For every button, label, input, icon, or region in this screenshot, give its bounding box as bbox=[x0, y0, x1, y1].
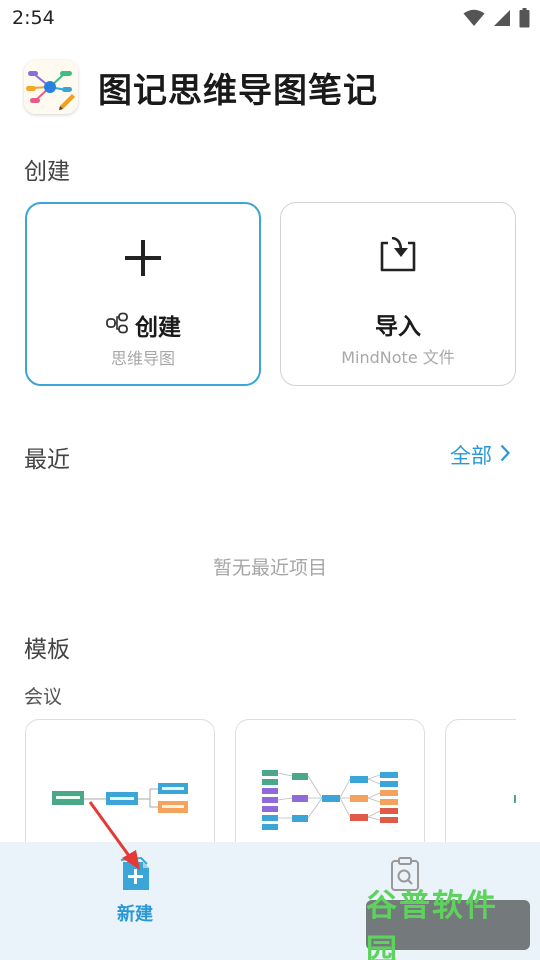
mindmap-logo-icon bbox=[24, 60, 78, 114]
app-title: 图记思维导图笔记 bbox=[98, 70, 378, 111]
template-card[interactable] bbox=[445, 719, 516, 842]
plus-icon bbox=[123, 238, 163, 282]
nav-new-label: 新建 bbox=[117, 904, 153, 925]
template-carousel[interactable] bbox=[24, 718, 516, 842]
status-icons bbox=[463, 8, 530, 28]
template-card[interactable] bbox=[25, 719, 215, 842]
import-card-label: 导入 bbox=[375, 314, 421, 340]
app-header: 图记思维导图笔记 bbox=[24, 58, 378, 116]
see-all-label: 全部 bbox=[450, 444, 492, 468]
nav-new[interactable]: 新建 bbox=[0, 842, 270, 960]
template-section-title: 模板 bbox=[24, 637, 70, 663]
new-doc-icon bbox=[117, 856, 153, 898]
meeting-mindmap-preview-3 bbox=[514, 795, 516, 803]
create-card-sublabel: 思维导图 bbox=[110, 349, 175, 368]
signal-icon bbox=[494, 10, 510, 26]
battery-icon bbox=[519, 8, 530, 28]
recent-empty-text: 暂无最近项目 bbox=[212, 557, 327, 579]
watermark: 谷普软件园 bbox=[366, 888, 530, 960]
create-section-title: 创建 bbox=[24, 159, 70, 185]
watermark-text: 谷普软件园 bbox=[366, 888, 498, 960]
create-card-label-row: 创建 bbox=[27, 308, 259, 342]
create-mindmap-card[interactable]: 创建 思维导图 bbox=[25, 202, 261, 386]
wifi-icon bbox=[463, 9, 485, 26]
import-file-card[interactable]: 导入 MindNote 文件 bbox=[280, 202, 516, 386]
template-card[interactable] bbox=[235, 719, 425, 842]
status-bar: 2:54 bbox=[0, 0, 540, 36]
recent-section-title: 最近 bbox=[24, 447, 70, 473]
import-card-sublabel: MindNote 文件 bbox=[341, 348, 455, 367]
meeting-mindmap-preview-2 bbox=[262, 770, 398, 830]
template-category-label: 会议 bbox=[24, 686, 63, 708]
see-all-link[interactable]: 全部 bbox=[450, 440, 511, 470]
import-icon bbox=[379, 236, 417, 277]
status-time: 2:54 bbox=[12, 7, 55, 29]
chevron-right-icon bbox=[500, 443, 511, 467]
mindmap-node-icon bbox=[105, 312, 129, 338]
create-card-label: 创建 bbox=[135, 315, 181, 341]
meeting-mindmap-preview-1 bbox=[52, 783, 188, 813]
import-card-label-row: 导入 bbox=[281, 307, 515, 341]
